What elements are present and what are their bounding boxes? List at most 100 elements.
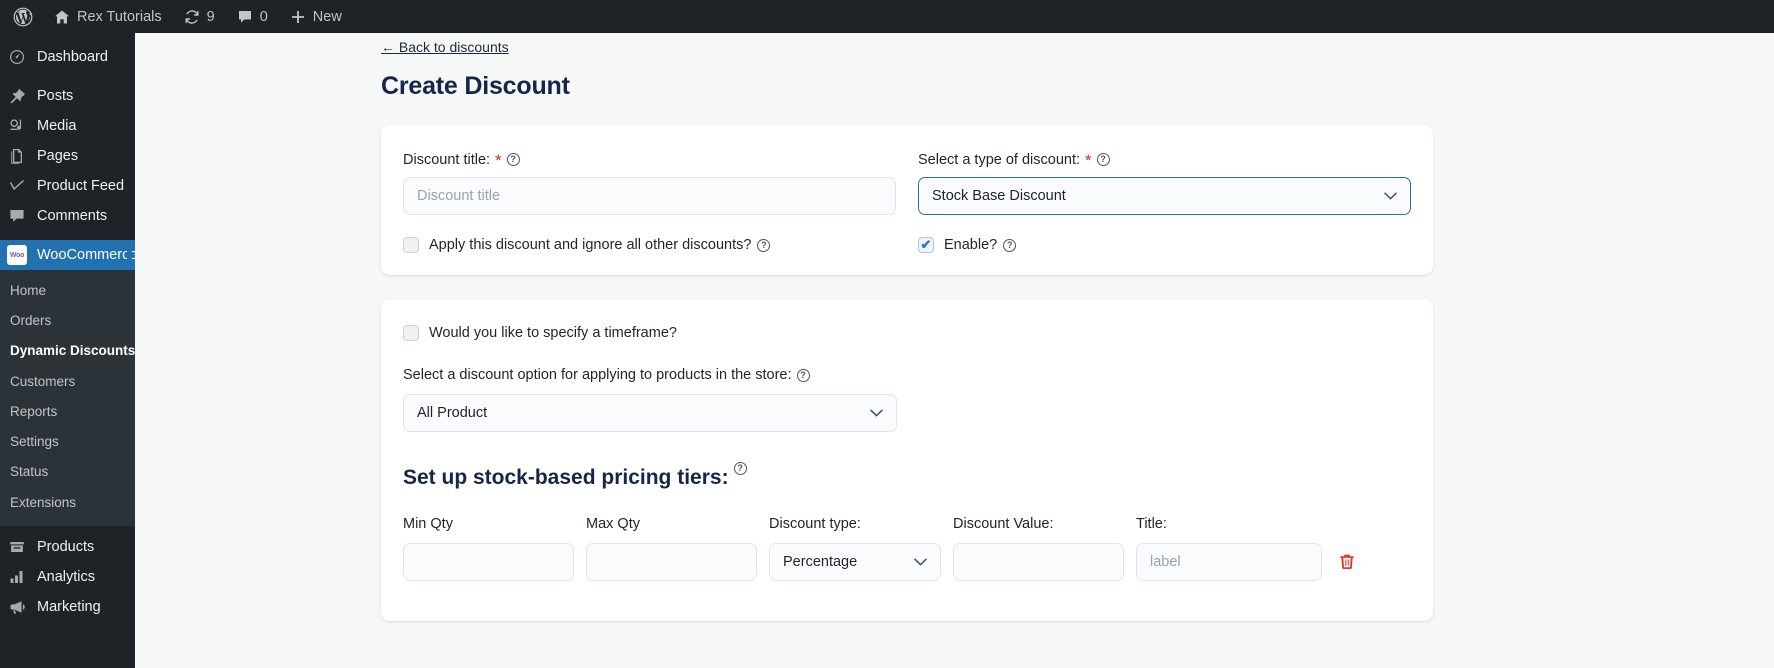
dashboard-icon <box>7 47 27 67</box>
tiers-heading: Set up stock-based pricing tiers: <box>403 466 729 489</box>
column-header-min-qty: Min Qty <box>403 516 453 532</box>
timeframe-label: Would you like to specify a timeframe? <box>429 325 677 341</box>
comments-count: 0 <box>259 8 268 25</box>
comments-icon <box>237 9 253 25</box>
apply-option-label-row: Select a discount option for applying to… <box>403 367 1411 383</box>
admin-bar: Rex Tutorials 9 0 New <box>0 0 1774 33</box>
plus-icon <box>290 9 306 25</box>
woocommerce-submenu: Home Orders Dynamic Discounts Customers … <box>0 270 135 526</box>
sidebar-subitem-settings[interactable]: Settings <box>0 427 135 457</box>
sidebar-item-comments[interactable]: Comments <box>0 201 135 231</box>
discount-value-input[interactable] <box>953 543 1124 581</box>
enable-checkbox[interactable]: ✔ <box>918 237 934 253</box>
help-icon[interactable]: ? <box>796 368 810 382</box>
sidebar-item-label: Marketing <box>37 598 101 615</box>
chevron-down-icon <box>914 556 927 568</box>
ignore-other-discounts-label: Apply this discount and ignore all other… <box>429 237 752 253</box>
marketing-icon <box>7 597 27 617</box>
discount-type-field-group: Select a type of discount: * ? Stock Bas… <box>918 151 1411 215</box>
pin-icon <box>7 86 27 106</box>
sidebar-item-analytics[interactable]: Analytics <box>0 562 135 592</box>
discount-title-field-group: Discount title: * ? Discount title <box>403 151 896 215</box>
admin-sidebar: Dashboard Posts Media Pages Product Feed… <box>0 33 138 668</box>
site-name-label: Rex Tutorials <box>77 8 162 25</box>
column-header-discount-type: Discount type: <box>769 516 861 532</box>
apply-option-label: Select a discount option for applying to… <box>403 367 792 383</box>
sidebar-item-label: Comments <box>37 208 108 224</box>
discount-title-input[interactable]: Discount title <box>403 177 896 215</box>
sidebar-item-label: Analytics <box>37 568 96 585</box>
site-name-link[interactable]: Rex Tutorials <box>43 0 173 33</box>
sidebar-item-product-feed[interactable]: Product Feed <box>0 171 135 201</box>
trash-icon[interactable] <box>1338 553 1356 571</box>
back-to-discounts-link[interactable]: ← Back to discounts <box>381 39 509 55</box>
enable-group: ✔ Enable? ? <box>918 215 1411 253</box>
page-title: Create Discount <box>381 72 570 100</box>
timeframe-checkbox[interactable] <box>403 325 419 341</box>
discount-type-label: Select a type of discount: <box>918 151 1081 168</box>
column-header-max-qty: Max Qty <box>586 516 640 532</box>
comments-icon <box>7 206 27 226</box>
enable-row[interactable]: ✔ Enable? ? <box>918 237 1411 253</box>
media-icon <box>7 116 27 136</box>
sidebar-item-dashboard[interactable]: Dashboard <box>0 42 135 72</box>
home-icon <box>54 9 70 25</box>
comments-link[interactable]: 0 <box>226 0 279 33</box>
help-icon[interactable]: ? <box>1096 153 1110 166</box>
required-marker: * <box>495 151 502 170</box>
ignore-other-discounts-checkbox[interactable] <box>403 237 419 253</box>
help-icon[interactable]: ? <box>757 238 771 252</box>
max-qty-input[interactable] <box>586 543 757 581</box>
sidebar-item-label: Media <box>37 118 77 134</box>
column-header-discount-value: Discount Value: <box>953 516 1054 532</box>
discount-rules-card: Would you like to specify a timeframe? S… <box>381 299 1433 621</box>
apply-option-select[interactable]: All Product <box>403 394 897 432</box>
help-icon[interactable]: ? <box>1003 238 1017 252</box>
woocommerce-icon: Woo <box>7 245 27 265</box>
apply-option-selected-value: All Product <box>417 405 488 421</box>
sidebar-item-marketing[interactable]: Marketing <box>0 592 135 622</box>
wordpress-logo-button[interactable] <box>0 0 43 33</box>
sidebar-subitem-customers[interactable]: Customers <box>0 367 135 397</box>
sidebar-subitem-extensions[interactable]: Extensions <box>0 488 135 518</box>
discount-title-label-row: Discount title: * ? <box>403 151 896 170</box>
sidebar-item-media[interactable]: Media <box>0 111 135 141</box>
help-icon[interactable]: ? <box>506 153 520 166</box>
product-feed-icon <box>7 176 27 196</box>
sidebar-item-label: Posts <box>37 88 74 104</box>
main-content: ← Back to discounts Create Discount Disc… <box>135 33 1774 668</box>
min-qty-input[interactable] <box>403 543 574 581</box>
updates-icon <box>184 9 200 25</box>
sidebar-subitem-reports[interactable]: Reports <box>0 397 135 427</box>
ignore-others-group: Apply this discount and ignore all other… <box>403 215 896 253</box>
timeframe-row[interactable]: Would you like to specify a timeframe? <box>403 325 1411 341</box>
column-header-title: Title: <box>1136 516 1167 532</box>
sidebar-item-label: Pages <box>37 148 79 164</box>
new-content-button[interactable]: New <box>279 0 353 33</box>
sidebar-item-label: WooCommerce <box>37 247 138 263</box>
sidebar-item-posts[interactable]: Posts <box>0 81 135 111</box>
sidebar-subitem-status[interactable]: Status <box>0 457 135 487</box>
tiers-heading-row: Set up stock-based pricing tiers: ? <box>403 462 1411 490</box>
ignore-other-discounts-row[interactable]: Apply this discount and ignore all other… <box>403 237 896 253</box>
discount-type-selected-value: Stock Base Discount <box>932 188 1066 204</box>
discount-type-select[interactable]: Stock Base Discount <box>918 177 1411 215</box>
discount-type-row-value: Percentage <box>783 554 858 570</box>
sidebar-item-pages[interactable]: Pages <box>0 141 135 171</box>
chevron-down-icon <box>1384 190 1397 202</box>
tiers-column-headers: Min Qty Max Qty Discount type: Discount … <box>403 516 1411 532</box>
sidebar-item-products[interactable]: Products <box>0 532 135 562</box>
help-icon[interactable]: ? <box>733 462 747 475</box>
sidebar-item-woocommerce[interactable]: Woo WooCommerce <box>0 240 138 270</box>
pages-icon <box>7 146 27 166</box>
tier-title-input[interactable]: label <box>1136 543 1322 581</box>
discount-main-card: Discount title: * ? Discount title Selec… <box>381 125 1433 275</box>
sidebar-subitem-home[interactable]: Home <box>0 276 135 306</box>
discount-type-row-select[interactable]: Percentage <box>769 543 941 581</box>
new-content-label: New <box>312 8 342 25</box>
updates-link[interactable]: 9 <box>173 0 226 33</box>
sidebar-subitem-dynamic-discounts[interactable]: Dynamic Discounts <box>0 336 135 366</box>
sidebar-subitem-orders[interactable]: Orders <box>0 306 135 336</box>
